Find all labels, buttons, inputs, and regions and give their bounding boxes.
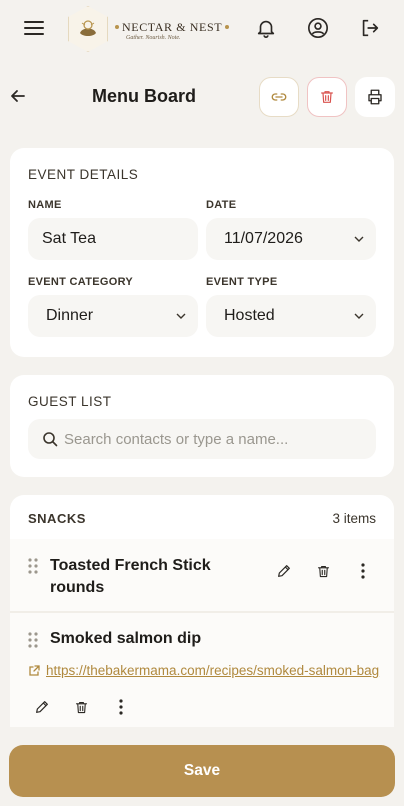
- delete-event-button[interactable]: [307, 77, 347, 117]
- save-button[interactable]: Save: [9, 745, 395, 797]
- top-bar: NECTAR & NEST Gather. Nourish. Note.: [0, 0, 404, 56]
- trash-icon[interactable]: [71, 697, 91, 717]
- snacks-card: SNACKS 3 items Toasted French Stick roun…: [10, 495, 394, 727]
- more-options-icon[interactable]: [353, 561, 373, 581]
- print-button[interactable]: [355, 77, 395, 117]
- event-details-card: EVENT DETAILS NAME Sat Tea DATE 11/07/20…: [10, 148, 394, 357]
- back-arrow-icon[interactable]: [6, 84, 30, 108]
- printer-icon: [368, 89, 382, 105]
- chevron-down-icon: [354, 236, 364, 242]
- event-type-value: Hosted: [224, 307, 275, 324]
- trash-icon[interactable]: [313, 561, 333, 581]
- event-details-title: EVENT DETAILS: [28, 167, 139, 182]
- search-placeholder: Search contacts or type a name...: [64, 431, 289, 448]
- guest-search-input[interactable]: Search contacts or type a name...: [28, 419, 376, 459]
- guest-list-title: GUEST LIST: [28, 394, 112, 409]
- event-category-select[interactable]: Dinner: [28, 295, 198, 337]
- hamburger-menu-icon[interactable]: [20, 14, 48, 42]
- logout-icon[interactable]: [356, 14, 384, 42]
- link-icon: [271, 93, 287, 101]
- snacks-header: SNACKS 3 items: [10, 495, 394, 539]
- chevron-down-icon: [354, 313, 364, 319]
- date-picker[interactable]: 11/07/2026: [206, 218, 376, 260]
- trash-icon: [321, 91, 333, 103]
- event-category-label: EVENT CATEGORY: [28, 276, 134, 288]
- edit-icon[interactable]: [32, 697, 52, 717]
- snack-name: Smoked salmon dip: [50, 630, 202, 647]
- date-value: 11/07/2026: [224, 230, 303, 247]
- recipe-link[interactable]: https://thebakermama.com/recipes/smoked-…: [46, 663, 379, 678]
- snacks-count: 3 items: [332, 511, 376, 526]
- brand-tagline: Gather. Nourish. Note.: [126, 35, 181, 41]
- page-header: Menu Board: [0, 76, 404, 118]
- brand-logo[interactable]: NECTAR & NEST Gather. Nourish. Note.: [68, 6, 238, 52]
- brand-name: NECTAR & NEST: [112, 20, 238, 35]
- search-icon: [43, 432, 58, 447]
- snacks-title: SNACKS: [28, 511, 86, 526]
- drag-handle-icon: [28, 632, 38, 648]
- drag-handle-icon: [28, 558, 38, 574]
- chevron-down-icon: [176, 313, 186, 319]
- event-type-select[interactable]: Hosted: [206, 295, 376, 337]
- event-name-input[interactable]: Sat Tea: [28, 218, 198, 260]
- snack-name: Toasted French Stick rounds: [50, 557, 211, 596]
- event-name-value: Sat Tea: [42, 230, 96, 247]
- event-category-value: Dinner: [46, 307, 94, 324]
- guest-list-card: GUEST LIST Search contacts or type a nam…: [10, 375, 394, 477]
- user-profile-icon[interactable]: [304, 14, 332, 42]
- list-item[interactable]: Smoked salmon dip https://thebakermama.c…: [10, 613, 394, 727]
- edit-icon[interactable]: [274, 561, 294, 581]
- event-type-label: EVENT TYPE: [206, 276, 278, 288]
- bell-icon[interactable]: [252, 14, 280, 42]
- list-item[interactable]: Toasted French Stick rounds: [10, 539, 394, 611]
- name-label: NAME: [28, 199, 62, 211]
- page-title: Menu Board: [92, 86, 197, 106]
- copy-link-button[interactable]: [259, 77, 299, 117]
- logo-emblem: [68, 6, 108, 52]
- external-link-icon: [29, 665, 40, 676]
- more-options-icon[interactable]: [111, 697, 131, 717]
- date-label: DATE: [206, 199, 237, 211]
